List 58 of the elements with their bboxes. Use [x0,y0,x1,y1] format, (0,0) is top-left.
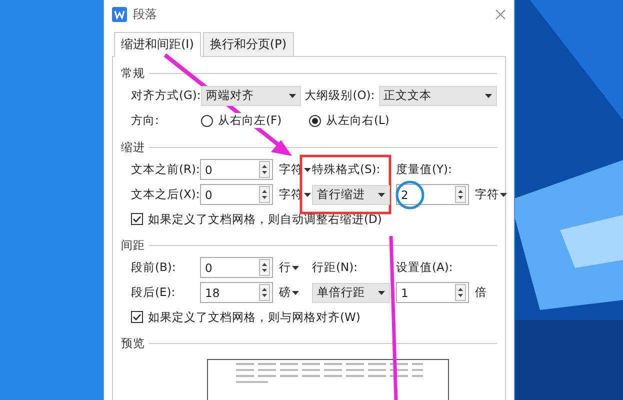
field-label: 大纲级别(O): [304,88,375,103]
spinner-icon[interactable] [259,161,270,178]
radio-button[interactable] [201,114,213,126]
caret-icon [378,290,385,294]
dropdown[interactable]: 两端对齐 [201,86,301,106]
spinner-icon[interactable] [259,259,270,276]
caret-icon [378,192,385,196]
field-label: 文本之后(X): [131,187,200,202]
window-title: 段落 [133,6,158,22]
field-label: 段后(E): [131,285,176,300]
spinner-icon[interactable] [455,186,466,203]
section-title: 缩进 [121,140,145,154]
field-label: 对齐方式(G): [131,88,197,103]
caret-icon [485,94,492,98]
field-label: 文本之前(R): [131,162,200,177]
caret-icon [304,168,311,172]
close-icon[interactable] [495,8,506,20]
unit-dropdown[interactable]: 字符 [472,187,508,202]
checkbox[interactable] [131,213,143,225]
caret-icon [500,192,507,196]
caret-icon [304,192,311,196]
section-title: 常规 [121,66,145,80]
number-field[interactable]: 0 [200,159,273,180]
number-field[interactable]: 1 [396,282,469,303]
caret-icon [288,94,296,98]
number-field[interactable]: 0 [200,257,273,278]
radio-label: 从右向左(F) [218,113,282,128]
field-label: 度量值(Y): [396,162,453,177]
unit-dropdown[interactable]: 磅 [276,285,312,300]
dropdown[interactable]: 首行缩进 [312,184,390,204]
tab[interactable]: 换行和分页(P) [202,32,294,57]
unit-label: 倍 [474,285,488,300]
caret-icon [292,290,299,294]
checkbox[interactable] [131,311,143,323]
app-logo-icon [112,6,127,22]
unit-dropdown[interactable]: 行 [276,260,312,275]
section-title: 间距 [121,238,145,252]
spinner-icon[interactable] [455,284,466,301]
section-title: 预览 [121,336,145,350]
field-label: 行距(N): [312,260,358,275]
tab[interactable]: 缩进和间距(I) [114,32,201,57]
field-label: 段前(B): [131,260,177,275]
checkbox-label: 如果定义了文档网格，则自动调整右缩进(D) [148,212,382,226]
dropdown[interactable]: 正文文本 [378,86,497,106]
dropdown[interactable]: 单倍行距 [312,282,390,302]
spinner-icon[interactable] [259,284,270,301]
highlight-circle [396,180,424,210]
field-label: 特殊格式(S): [312,162,382,177]
spinner-icon[interactable] [259,186,270,203]
field-label: 方向: [131,113,160,128]
number-field[interactable]: 2 [396,184,469,205]
checkbox-label: 如果定义了文档网格，则与网格对齐(W) [148,310,360,324]
caret-icon [292,266,299,270]
number-field[interactable]: 18 [200,282,273,303]
radio-label: 从左向右(L) [326,113,390,128]
radio-button[interactable] [309,114,321,126]
number-field[interactable]: 0 [200,184,273,205]
field-label: 设置值(A): [396,260,454,275]
